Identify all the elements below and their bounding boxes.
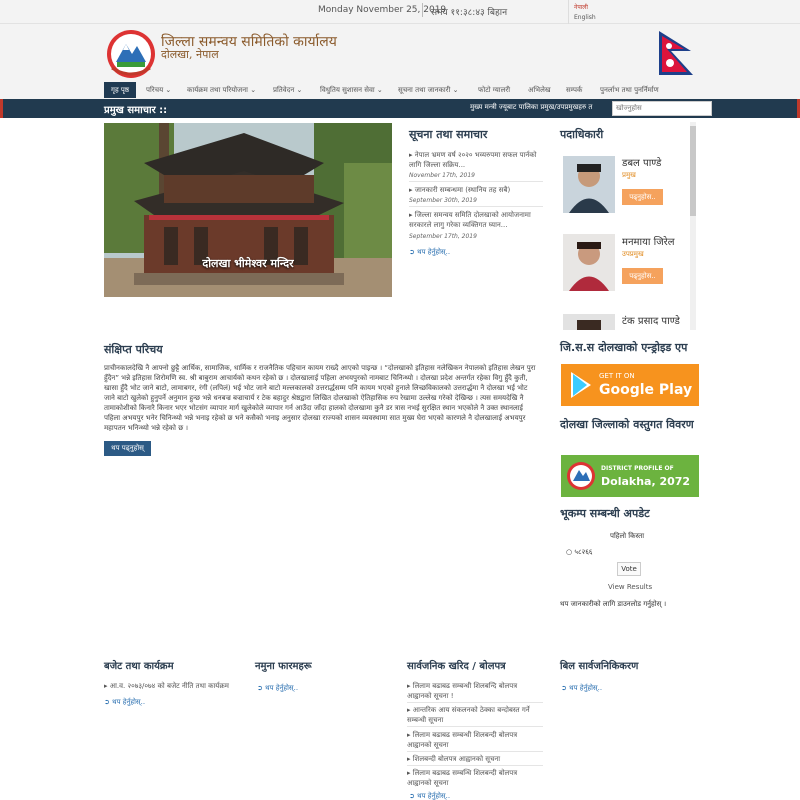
- procurement-title: सार्वजनिक खरिद / बोलपत्र: [407, 661, 506, 672]
- chevron-down-icon: ⌄: [296, 86, 303, 94]
- headline-label: प्रमुख समाचार ::: [104, 105, 168, 116]
- about-title: संक्षिप्त परिचय: [104, 343, 163, 356]
- search-input[interactable]: [612, 101, 712, 116]
- budget-item[interactable]: ▸ आ.व. २०७३/०७४ को बजेट नीति तथा कार्यक्…: [104, 681, 244, 691]
- vote-button[interactable]: Vote: [617, 562, 641, 576]
- nepal-flag-icon: [659, 31, 693, 75]
- nav-programs[interactable]: कार्यक्रम तथा परियोजना ⌄: [187, 82, 256, 98]
- scrollbar-thumb[interactable]: [690, 126, 696, 216]
- divider: [407, 726, 543, 727]
- nav-archive[interactable]: अभिलेख: [528, 82, 551, 98]
- procurement-more-link[interactable]: ➲ थप हेर्नुहोस्..: [409, 792, 450, 800]
- budget-title: बजेट तथा कार्यक्रम: [104, 661, 174, 672]
- procurement-item[interactable]: ▸ लिलाम बढाबढ सम्बन्धि शिलबन्दी बोलपत्र …: [407, 768, 543, 788]
- notice-item[interactable]: ▸ जानकारी सम्बन्धमा (स्थानिय तह सबै): [409, 185, 543, 195]
- read-more-button[interactable]: पढ्नुहोस..: [622, 189, 663, 205]
- official-name: मनमाया जिरेल: [622, 237, 675, 248]
- profile-big-text: Dolakha, 2072: [601, 475, 691, 488]
- nav-information[interactable]: सूचना तथा जानकारी ⌄: [398, 82, 458, 98]
- district-profile-banner[interactable]: DISTRICT PROFILE OF Dolakha, 2072: [561, 455, 699, 497]
- accent-bar: [0, 99, 3, 118]
- official-name: डबल पाण्डे: [622, 158, 662, 169]
- forms-more-link[interactable]: ➲ थप हेर्नुहोस्..: [257, 684, 298, 693]
- nav-reports[interactable]: प्रतिवेदन ⌄: [273, 82, 302, 98]
- emblem-logo-icon[interactable]: [104, 28, 158, 80]
- nav-contact[interactable]: सम्पर्क: [566, 82, 582, 98]
- google-play-badge[interactable]: GET IT ON Google Play: [561, 364, 699, 406]
- current-date: Monday November 25, 2019: [318, 5, 447, 15]
- notice-date: September 30th, 2019: [409, 197, 477, 204]
- divider: [409, 206, 543, 207]
- official-name: टंक प्रसाद पाण्डे: [622, 316, 680, 327]
- gplay-small-text: GET IT ON: [599, 372, 635, 380]
- divider: [568, 0, 569, 24]
- official-photo: [563, 234, 615, 291]
- notice-item[interactable]: ▸ नेपाल भ्रमण वर्ष २०२० भव्यरुपमा सफल पा…: [409, 150, 543, 170]
- procurement-item[interactable]: ▸ लिलाम बढाबढ सम्बन्धी शिलबन्दी बोलपत्र …: [407, 730, 543, 750]
- chevron-down-icon: ⌄: [376, 86, 383, 94]
- district-profile-title: दोलखा जिल्लाको वस्तुगत विवरण: [560, 418, 694, 431]
- official-photo: [563, 314, 615, 330]
- headline-strip: प्रमुख समाचार :: मुख्य मन्त्री ज्यूबाट प…: [0, 99, 800, 118]
- profile-small-text: DISTRICT PROFILE OF: [601, 465, 674, 472]
- notice-item[interactable]: ▸ जिल्ला समन्वय समिति दोलखाको आयोजनामा स…: [409, 210, 543, 230]
- arrow-circle-icon: ➲: [257, 684, 263, 692]
- official-post: प्रमुख: [622, 171, 636, 179]
- divider: [407, 751, 543, 752]
- arrow-circle-icon: ➲: [104, 698, 110, 706]
- bills-title: बिल सार्वजनिकिकरण: [560, 661, 639, 672]
- arrow-circle-icon: ➲: [409, 248, 415, 256]
- hero-caption: दोलखा भीमेश्वर मन्दिर: [202, 257, 294, 270]
- nav-reconstruction[interactable]: पुनर्लाभ तथा पुनर्निर्माण: [600, 82, 659, 98]
- divider: [422, 3, 423, 17]
- site-subtitle: दोलखा, नेपाल: [161, 48, 219, 61]
- procurement-item[interactable]: ▸ शिलबन्दी बोलपत्र आह्वानको सूचना: [407, 754, 543, 764]
- official-post: उपप्रमुख: [622, 250, 644, 258]
- notice-date: November 17th, 2019: [409, 172, 475, 179]
- main-navigation: गृह पृष्ठ परिचय ⌄ कार्यक्रम तथा परियोजना…: [0, 78, 800, 100]
- gplay-big-text: Google Play: [599, 382, 693, 398]
- language-english-link[interactable]: English: [574, 14, 596, 21]
- chevron-down-icon: ⌄: [165, 86, 172, 94]
- arrow-circle-icon: ➲: [561, 684, 567, 692]
- read-more-button[interactable]: पढ्नुहोस..: [622, 268, 663, 284]
- about-text: प्राचीनकालदेखि नै आफ्नो छुट्टै आर्थिक, स…: [104, 364, 536, 432]
- procurement-item[interactable]: ▸ लिलाम बढाबढ सम्बन्धी शिलबन्दि बोलपत्र …: [407, 681, 543, 701]
- notice-date: September 17th, 2019: [409, 233, 477, 240]
- divider: [409, 181, 543, 182]
- chevron-down-icon: ⌄: [250, 86, 257, 94]
- download-link[interactable]: थप जानकारीको लागि डाउनलोड गर्नुहोस् ।: [560, 600, 666, 609]
- nav-about[interactable]: परिचय ⌄: [146, 82, 171, 98]
- top-bar: Monday November 25, 2019 समय ११:३८:४३ बि…: [0, 0, 800, 24]
- official-photo: [563, 156, 615, 213]
- current-time: समय ११:३८:४३ बिहान: [431, 8, 508, 18]
- view-results-link[interactable]: View Results: [608, 583, 652, 591]
- hero-slider[interactable]: दोलखा भीमेश्वर मन्दिर: [104, 123, 392, 297]
- language-nepali-link[interactable]: नेपाली: [574, 3, 588, 11]
- poll-question: पहिलो किस्ता: [610, 532, 645, 540]
- procurement-item[interactable]: ▸ आन्तरिक आय संकलनको ठेक्का बन्दोबस्त गर…: [407, 705, 543, 725]
- divider: [407, 765, 543, 766]
- notices-more-link[interactable]: ➲ थप हेर्नुहोस्..: [409, 248, 450, 257]
- notices-title: सूचना तथा समाचार: [409, 128, 488, 141]
- forms-title: नमुना फारमहरू: [255, 661, 312, 672]
- nav-egovernance[interactable]: विधुतिय सुशासन सेवा ⌄: [320, 82, 383, 98]
- bills-more-link[interactable]: ➲ थप हेर्नुहोस्..: [561, 684, 602, 693]
- officials-title: पदाधिकारी: [560, 128, 604, 141]
- chevron-down-icon: ⌄: [452, 86, 459, 94]
- nav-home[interactable]: गृह पृष्ठ: [104, 82, 136, 98]
- news-ticker[interactable]: मुख्य मन्त्री ज्यूबाट पालिका प्रमुख/उपप्…: [470, 103, 592, 112]
- about-read-more-button[interactable]: थप पढ्नुहोस्: [104, 441, 151, 456]
- arrow-circle-icon: ➲: [409, 792, 415, 800]
- divider: [407, 702, 543, 703]
- nav-photo-gallery[interactable]: फोटो ग्यालरी: [478, 82, 510, 98]
- poll-option[interactable]: ○ ५८२६६: [566, 548, 593, 557]
- earthquake-update-title: भूकम्प सम्बन्धी अपडेट: [560, 507, 650, 520]
- radio-icon[interactable]: ○: [566, 548, 572, 556]
- android-app-title: जि.स.स दोलखाको एन्ड्रोइड एप: [560, 341, 688, 354]
- budget-more-link[interactable]: ➲ थप हेर्नुहोस्..: [104, 698, 145, 707]
